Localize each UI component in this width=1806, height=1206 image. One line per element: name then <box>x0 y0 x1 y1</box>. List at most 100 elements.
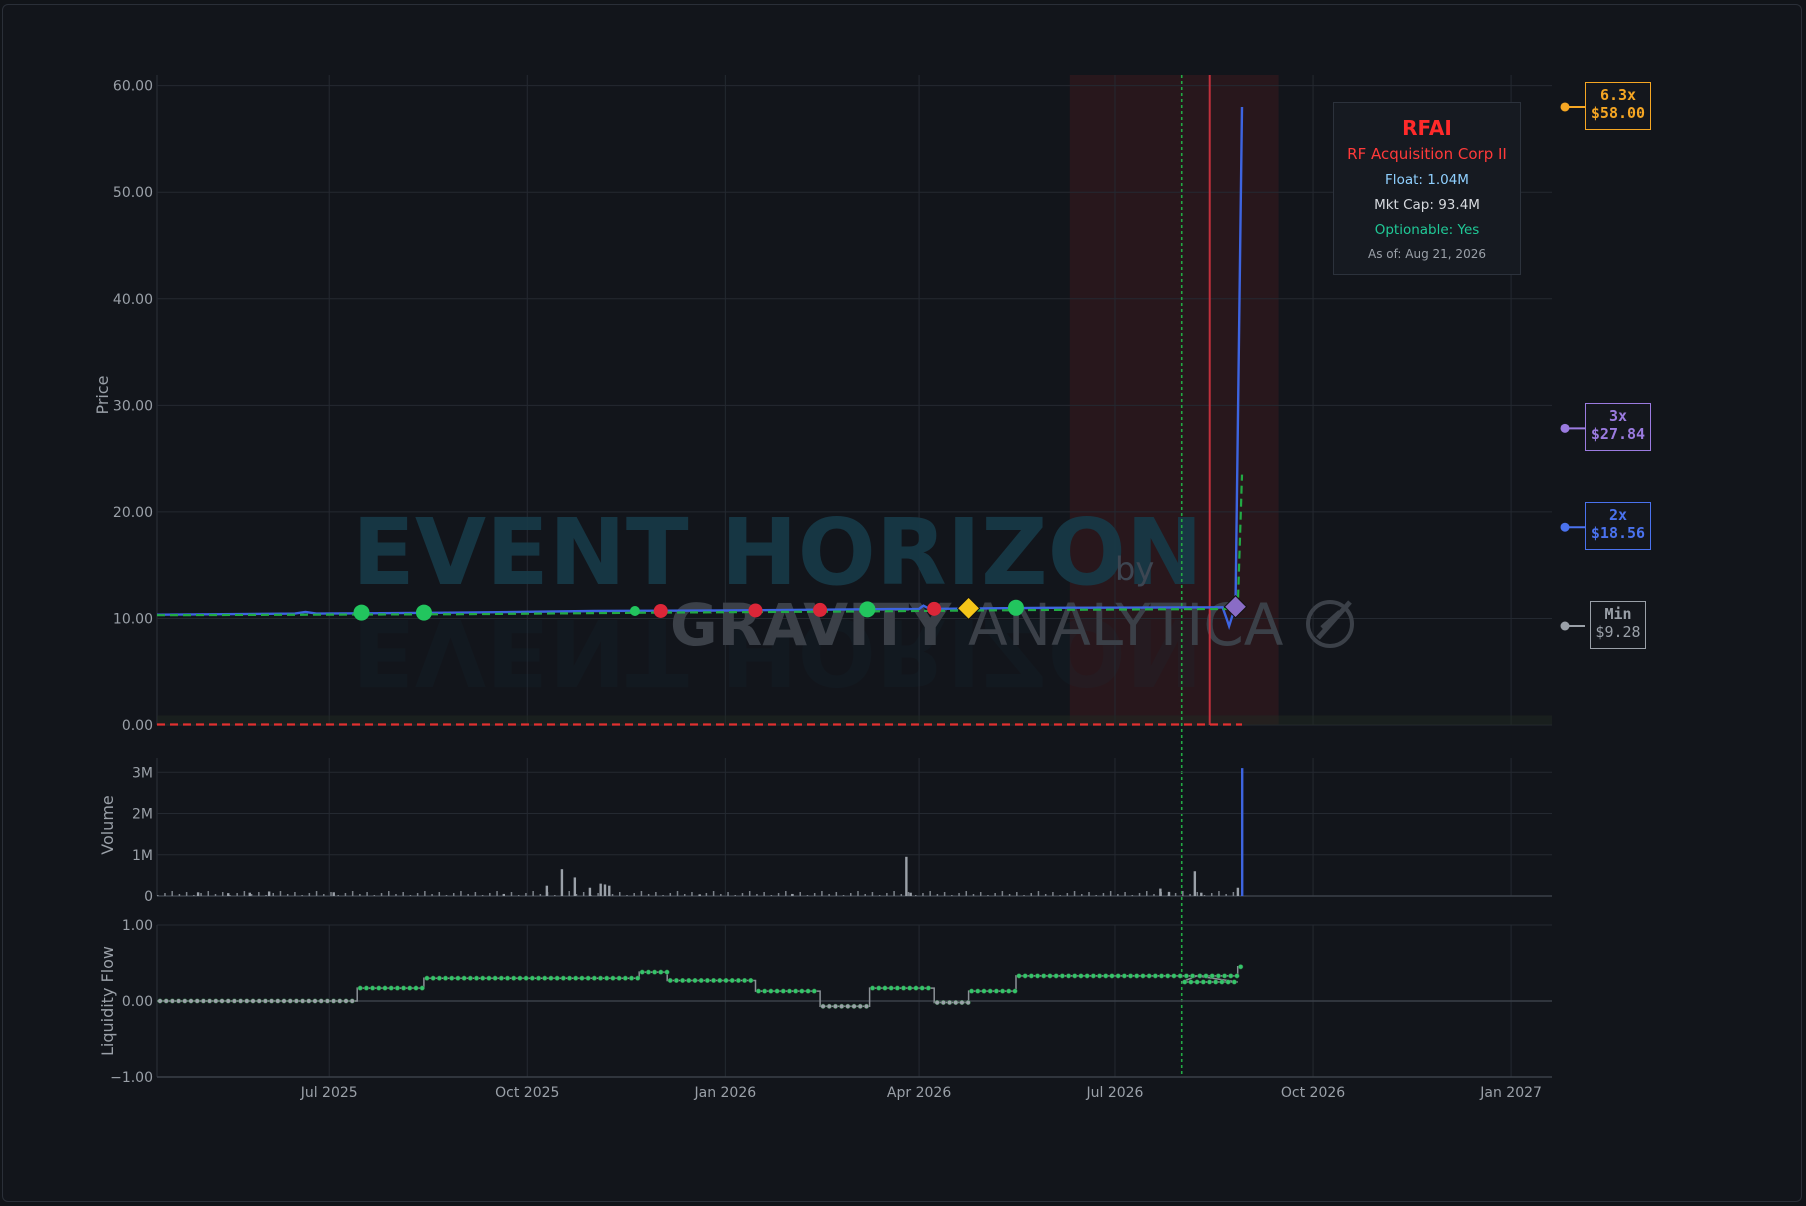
liquidity-point <box>1066 973 1072 979</box>
volume-bar-minor <box>756 894 758 896</box>
market-cap-value: Mkt Cap: 93.4M <box>1374 197 1480 213</box>
level-price: $18.56 <box>1590 524 1646 543</box>
signal-marker <box>813 602 828 617</box>
volume-bar-minor <box>467 894 469 896</box>
volume-bar-minor <box>221 892 224 896</box>
liquidity-point <box>579 975 585 981</box>
liquidity-point <box>851 1003 857 1009</box>
liquidity-point <box>306 998 312 1004</box>
volume-bar-minor <box>669 893 672 896</box>
liquidity-point <box>523 975 529 981</box>
volume-bar-minor <box>330 892 332 896</box>
volume-bar <box>545 885 549 896</box>
volume-bar <box>332 892 335 896</box>
liquidity-point <box>436 975 442 981</box>
watermark-title: EVENT HORIZON <box>352 499 1203 606</box>
liquidity-point <box>762 988 768 994</box>
liquidity-point <box>616 975 622 981</box>
volume-bar <box>1200 892 1203 896</box>
liquidity-point <box>1152 973 1158 979</box>
volume-bar-minor <box>539 894 542 896</box>
volume-bar-minor <box>785 891 787 896</box>
price-level-6-3x: 6.3x $58.00 <box>1585 81 1651 130</box>
volume-bar-minor <box>597 893 599 896</box>
liquidity-point <box>262 998 268 1004</box>
level-dot <box>1560 423 1570 433</box>
volume-bar-minor <box>1232 892 1235 896</box>
volume-bar-minor <box>1146 891 1148 896</box>
volume-bar <box>560 869 564 896</box>
liquidity-point <box>597 975 604 981</box>
liquidity-point <box>755 988 762 994</box>
liquidity-point <box>940 999 946 1006</box>
liquidity-point <box>832 1003 839 1009</box>
volume-bar <box>267 891 271 896</box>
level-multiple: 2x <box>1608 506 1628 525</box>
volume-bar-minor <box>1081 894 1083 896</box>
volume-bar-minor <box>712 891 715 896</box>
liquidity-point <box>455 975 461 981</box>
liquidity-point <box>1028 973 1034 979</box>
volume-bar <box>599 883 602 896</box>
liquidity-point <box>573 975 579 981</box>
volume-bar-minor <box>878 895 881 896</box>
liquidity-point <box>413 985 419 991</box>
volume-bar-minor <box>171 891 173 896</box>
volume-bar-minor <box>323 894 325 896</box>
liquidity-point <box>1146 973 1152 979</box>
liquidity-point <box>430 975 436 981</box>
volume-bar-minor <box>554 895 556 896</box>
liquidity-point <box>863 1003 870 1009</box>
liquidity-point <box>275 998 281 1004</box>
liquidity-point <box>486 975 492 981</box>
volume-bar-minor <box>380 893 383 896</box>
volume-bar-minor <box>922 893 924 896</box>
volume-bar <box>791 893 794 896</box>
volume-tick-label: 3M <box>132 765 153 781</box>
volume-bar-minor <box>250 894 253 896</box>
liquidity-point <box>1115 973 1121 979</box>
liquidity-point <box>628 975 635 981</box>
liquidity-point <box>419 985 425 991</box>
liquidity-point <box>768 988 774 994</box>
volume-bar-minor <box>1023 895 1025 896</box>
liquidity-point <box>213 998 219 1004</box>
price-tick-label: 10.00 <box>113 611 153 627</box>
liquidity-point <box>1222 973 1228 979</box>
chart-canvas: 0.00 10.00 20.00 30.00 40.00 50.00 60.00 EVENT … <box>93 75 1585 1101</box>
liquidity-point <box>1231 979 1237 985</box>
liquidity-point <box>876 985 882 991</box>
liquidity-point <box>1103 973 1109 979</box>
volume-bar-minor <box>207 891 210 896</box>
volume-bar-minor <box>1182 891 1184 896</box>
volume-bar-minor <box>510 892 513 896</box>
liquidity-point <box>407 985 413 991</box>
level-dot <box>1560 621 1570 631</box>
volume-bar-minor <box>611 894 614 896</box>
volume-bar-minor <box>835 892 838 896</box>
volume-bar-minor <box>1095 895 1097 896</box>
volume-bar <box>1193 871 1197 896</box>
volume-bar <box>196 892 200 896</box>
volume-tick-label: 1M <box>132 848 153 864</box>
liquidity-point <box>645 969 651 975</box>
volume-bar-minor <box>806 895 809 896</box>
liquidity-point <box>894 985 900 991</box>
liquidity-point <box>870 985 876 991</box>
volume-bar-minor <box>1124 892 1126 896</box>
liquidity-point <box>163 998 169 1004</box>
volume-bar-minor <box>185 892 188 896</box>
liquidity-point <box>1228 973 1234 979</box>
liquidity-point <box>1234 973 1240 979</box>
volume-bar-minor <box>972 894 975 896</box>
volume-bar-minor <box>496 891 498 896</box>
liquidity-point <box>1059 973 1065 979</box>
liquidity-point <box>742 977 748 984</box>
liquidity-point <box>287 998 293 1004</box>
volume-bar <box>608 885 611 896</box>
liquidity-point <box>169 998 175 1004</box>
volume-bar-minor <box>344 893 347 896</box>
x-tick-label: Jan 2027 <box>1479 1085 1542 1101</box>
liquidity-point <box>363 985 369 991</box>
volume-bar-minor <box>691 892 693 896</box>
